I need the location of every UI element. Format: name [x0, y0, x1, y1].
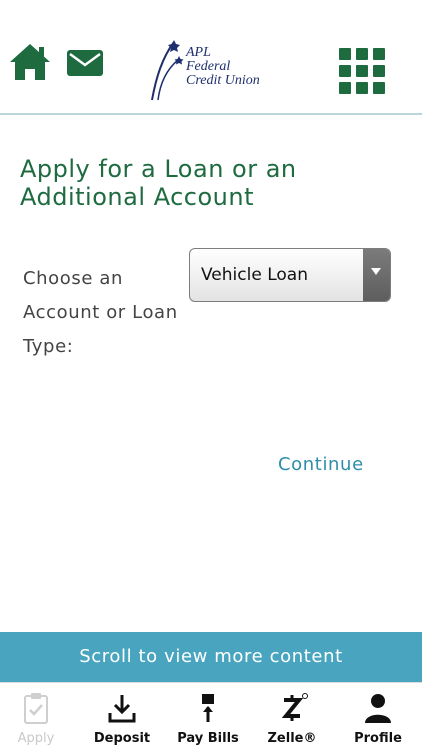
tab-profile-label: Profile	[354, 731, 402, 746]
header-divider	[0, 113, 422, 115]
tab-pay-bills-label: Pay Bills	[177, 731, 239, 746]
person-icon	[365, 694, 391, 723]
menu-grid-button[interactable]	[339, 48, 385, 94]
bottom-tab-bar: Apply Deposit Pay Bills Zelle® Profile	[0, 682, 422, 751]
apl-logo: APL Federal Credit Union	[148, 38, 266, 102]
tab-deposit[interactable]: Deposit	[80, 683, 164, 751]
grid-icon	[339, 48, 351, 60]
tab-apply-label: Apply	[17, 731, 55, 746]
page-title-line-2: Additional Account	[20, 183, 255, 211]
tab-zelle[interactable]: Zelle®	[250, 683, 334, 751]
pay-bills-icon	[202, 694, 214, 722]
logo-line-apl: APL	[186, 45, 211, 60]
zelle-icon	[281, 693, 308, 721]
page-title: Apply for a Loan or an Additional Accoun…	[20, 155, 400, 211]
home-button[interactable]	[8, 42, 52, 82]
account-type-label-line-2: Account or Loan	[23, 302, 178, 323]
envelope-icon	[67, 50, 103, 76]
account-type-selected-value: Vehicle Loan	[201, 265, 308, 285]
logo-line-federal: Federal	[186, 59, 231, 74]
tab-deposit-label: Deposit	[93, 731, 151, 746]
chevron-down-icon[interactable]	[363, 249, 390, 301]
account-type-label-line-3: Type:	[23, 336, 74, 357]
continue-button[interactable]: Continue	[278, 454, 364, 475]
tab-zelle-label: Zelle®	[267, 731, 317, 746]
clipboard-check-icon	[24, 693, 48, 724]
home-icon	[10, 44, 50, 80]
tab-apply[interactable]: Apply	[0, 683, 72, 751]
shooting-stars-icon	[151, 40, 184, 101]
scroll-hint-banner: Scroll to view more content	[0, 632, 422, 682]
tab-pay-bills[interactable]: Pay Bills	[166, 683, 250, 751]
mail-button[interactable]	[67, 48, 103, 78]
account-type-label: Choose an Account or Loan Type:	[23, 262, 193, 364]
page-title-line-1: Apply for a Loan or an	[20, 155, 297, 183]
app-header: APL Federal Credit Union	[0, 0, 422, 114]
logo-line-credit-union: Credit Union	[186, 73, 260, 88]
tab-profile[interactable]: Profile	[336, 683, 420, 751]
account-type-select[interactable]: Vehicle Loan	[189, 248, 391, 302]
download-icon	[108, 695, 136, 723]
account-type-label-line-1: Choose an	[23, 268, 124, 289]
